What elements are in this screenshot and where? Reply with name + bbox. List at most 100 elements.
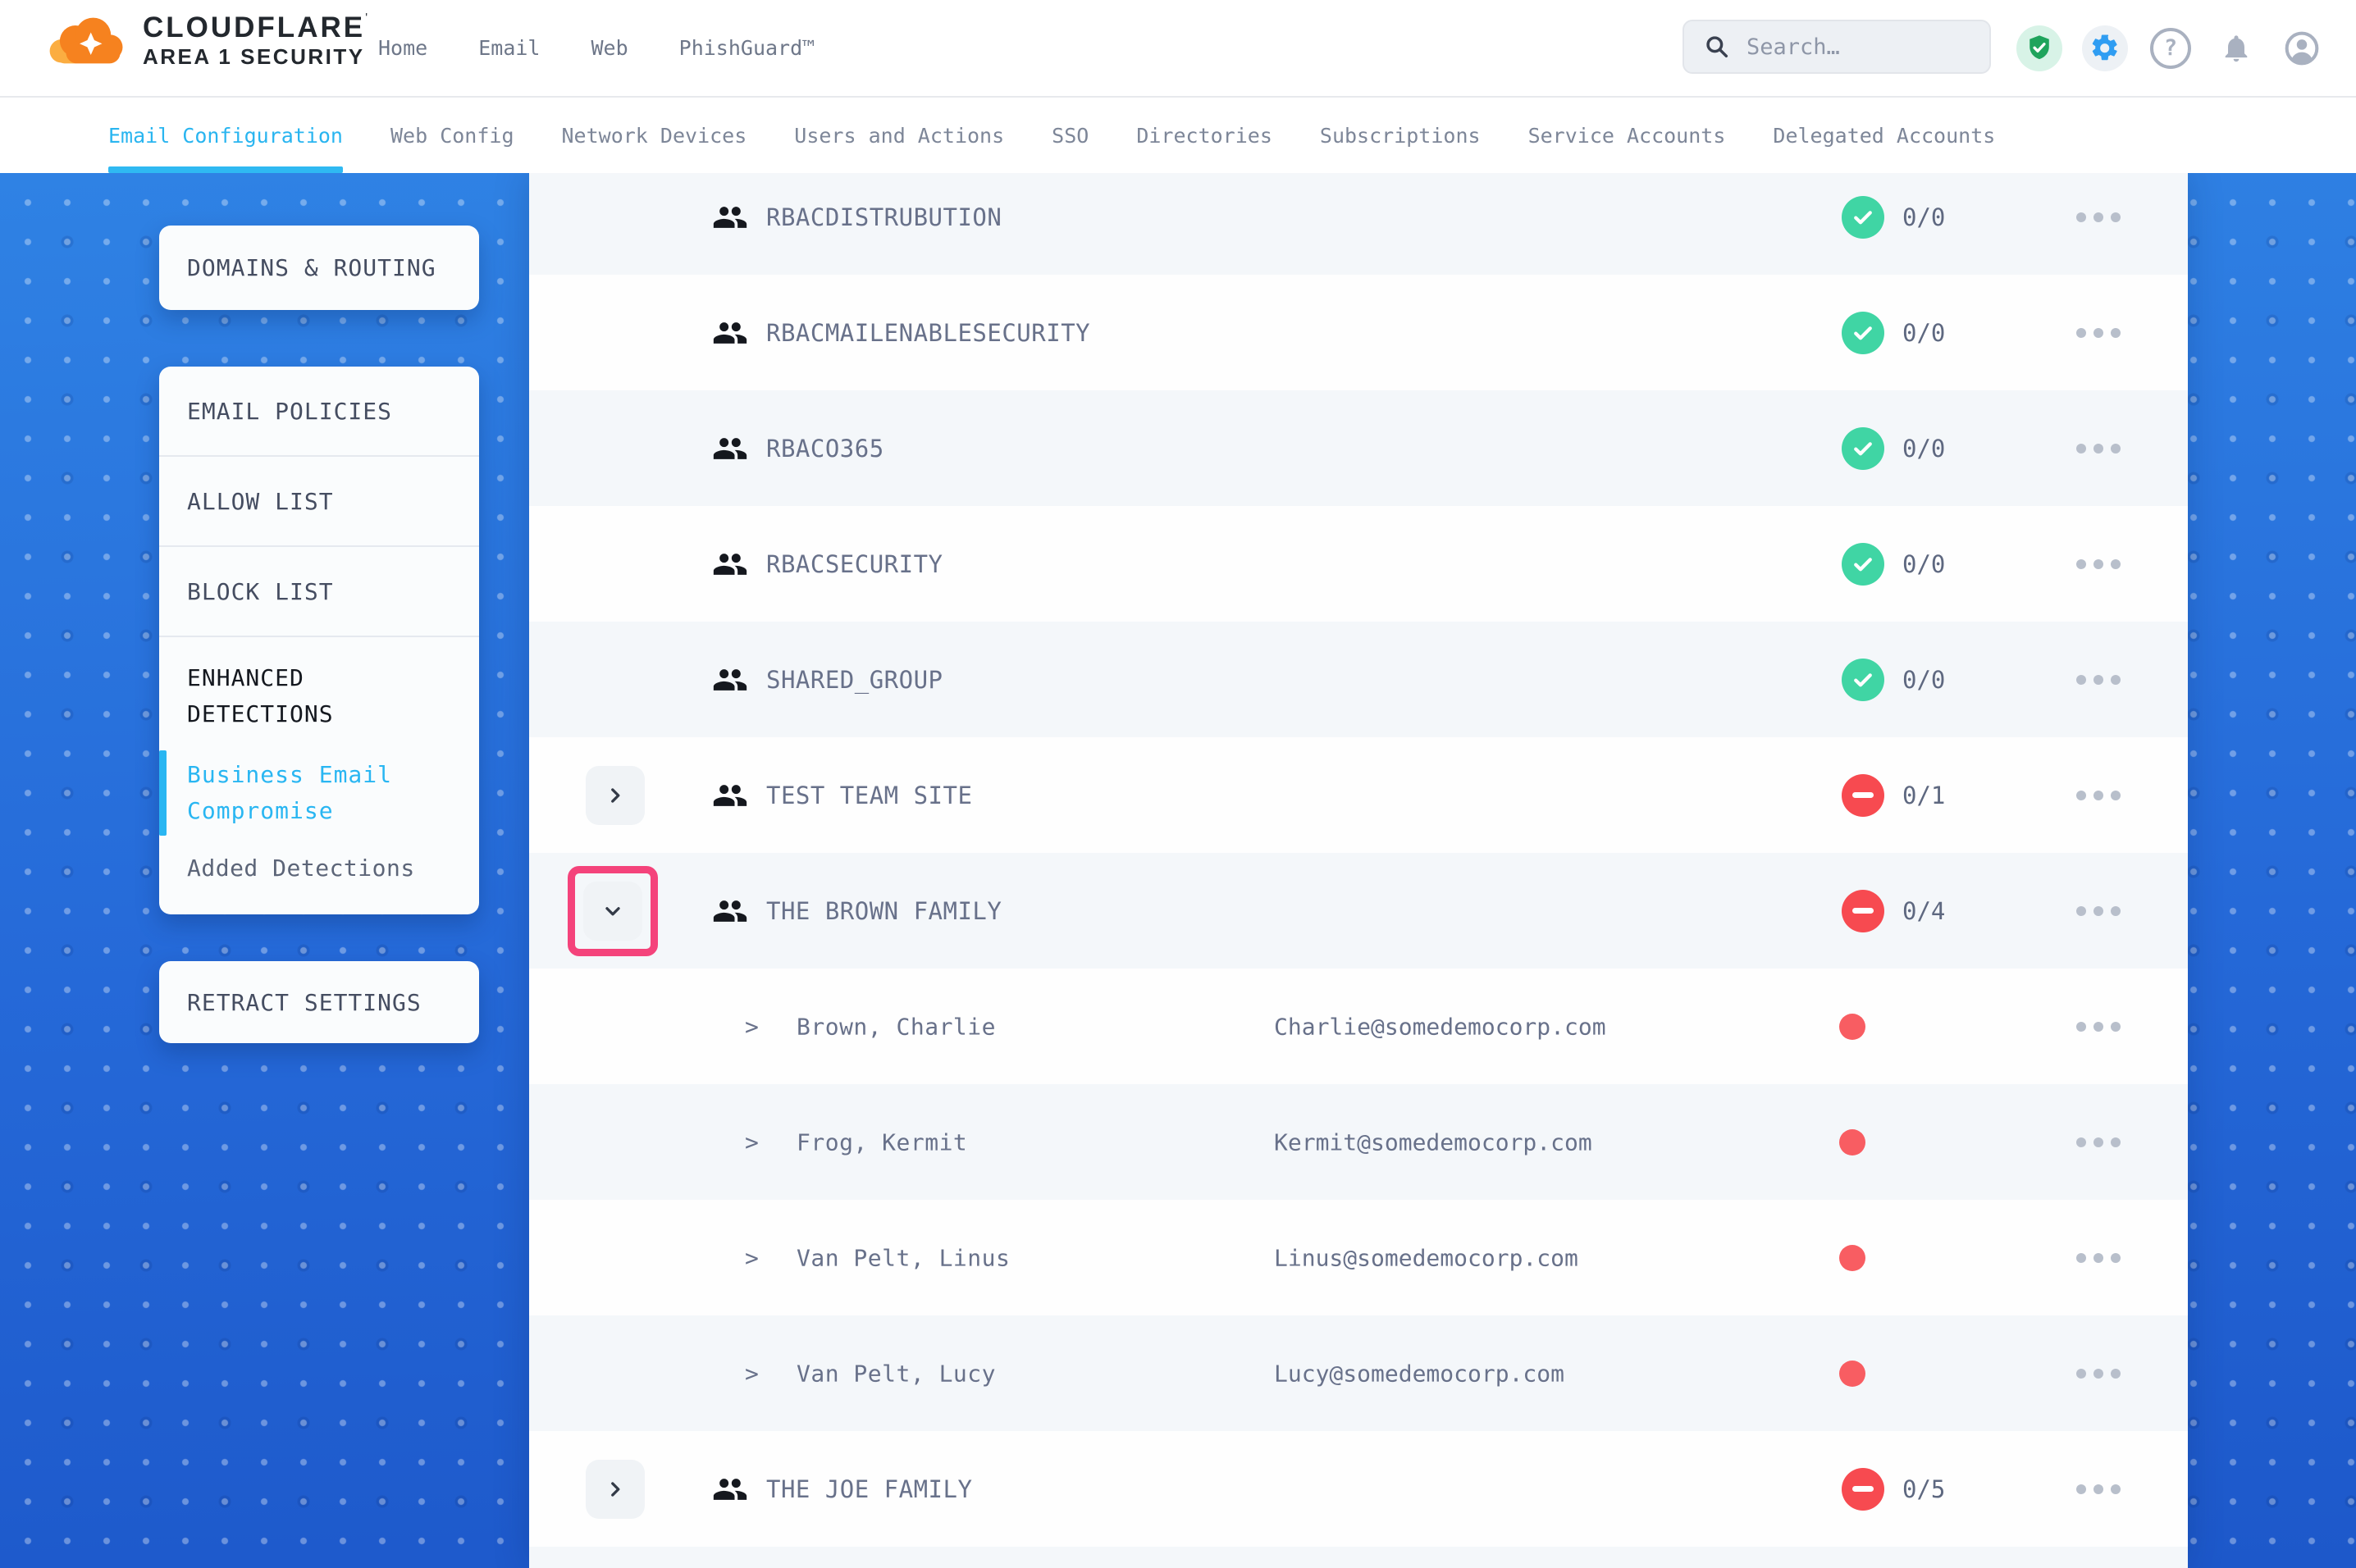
status-count: 0/0 (1902, 550, 1945, 578)
notifications-button[interactable] (2213, 25, 2259, 71)
ellipsis-icon (2093, 559, 2103, 569)
tab-sso[interactable]: SSO (1052, 98, 1089, 173)
settings-button[interactable] (2082, 25, 2128, 71)
row-menu-button[interactable] (2068, 1476, 2129, 1502)
cloudflare-cloud-icon (44, 11, 130, 69)
ellipsis-icon (2076, 675, 2086, 685)
member-name: Van Pelt, Linus (797, 1244, 1010, 1271)
brand-product: AREA 1 SECURITY (143, 45, 368, 69)
table-row-group[interactable]: TEST TEAM SITE 0/1 (529, 737, 2188, 853)
brand-name: CLOUDFLARE (143, 11, 365, 43)
tab-users-and-actions[interactable]: Users and Actions (794, 98, 1004, 173)
sidebar-item-added-detections[interactable]: Added Detections (187, 850, 454, 887)
annotation-highlight-box (568, 866, 658, 956)
nav-item-web[interactable]: Web (591, 36, 628, 60)
alert-dot (1839, 1245, 1865, 1271)
ellipsis-icon (2076, 1484, 2086, 1494)
alert-dot (1839, 1129, 1865, 1155)
tab-network-devices[interactable]: Network Devices (562, 98, 747, 173)
row-menu-button[interactable] (2068, 1245, 2129, 1271)
ellipsis-icon (2076, 906, 2086, 916)
status-check-badge (1842, 427, 1884, 470)
row-menu-button[interactable] (2068, 204, 2129, 230)
nav-item-home[interactable]: Home (378, 36, 427, 60)
sidebar-item-allow-list[interactable]: ALLOW LIST (159, 457, 479, 547)
row-menu-button[interactable] (2068, 1129, 2129, 1155)
row-menu-button[interactable] (2068, 435, 2129, 462)
tab-delegated-accounts[interactable]: Delegated Accounts (1773, 98, 1995, 173)
member-expand-chevron[interactable]: > (745, 1244, 759, 1271)
expand-group-button[interactable] (586, 766, 645, 825)
group-name: TEST TEAM SITE (766, 782, 972, 809)
tab-email-configuration[interactable]: Email Configuration (108, 98, 343, 173)
search-icon (1704, 34, 1730, 60)
table-row-group[interactable]: RBACMAILENABLESECURITY0/0 (529, 275, 2188, 390)
group-status: 0/0 (1842, 196, 1945, 239)
row-menu-button[interactable] (2068, 551, 2129, 577)
sidebar-item-business-email-compromise[interactable]: Business Email Compromise (187, 757, 454, 829)
sidebar-label: ALLOW LIST (187, 488, 334, 515)
status-count: 0/0 (1902, 203, 1945, 231)
row-menu-button[interactable] (2068, 1014, 2129, 1040)
collapse-group-button[interactable] (583, 882, 642, 941)
status-count: 0/0 (1902, 666, 1945, 694)
table-row-group[interactable]: RBACO3650/0 (529, 390, 2188, 506)
brand-logo[interactable]: CLOUDFLARE' AREA 1 SECURITY (44, 11, 368, 69)
group-status: 0/1 (1842, 774, 1945, 817)
tab-directories[interactable]: Directories (1136, 98, 1272, 173)
table-row-group[interactable]: THE JOE FAMILY0/5 (529, 1431, 2188, 1547)
help-button[interactable]: ? (2148, 25, 2194, 71)
table-row-member[interactable]: >Brown, CharlieCharlie@somedemocorp.com (529, 969, 2188, 1084)
sidebar-item-block-list[interactable]: BLOCK LIST (159, 547, 479, 637)
chevron-right-icon (605, 785, 626, 806)
ellipsis-icon (2076, 559, 2086, 569)
search-input[interactable] (1745, 34, 1970, 61)
group-icon (712, 893, 748, 929)
alert-dot (1839, 1361, 1865, 1387)
table-row-member[interactable]: >Van Pelt, LinusLinus@somedemocorp.com (529, 1200, 2188, 1315)
tab-web-config[interactable]: Web Config (390, 98, 514, 173)
tab-subscriptions[interactable]: Subscriptions (1320, 98, 1481, 173)
sidebar-label: BLOCK LIST (187, 578, 334, 605)
minus-icon (1852, 792, 1874, 798)
row-menu-button[interactable] (2068, 782, 2129, 809)
group-icon (712, 1471, 748, 1507)
row-menu-button[interactable] (2068, 1361, 2129, 1387)
account-button[interactable] (2279, 25, 2325, 71)
sidebar-item-domains-routing[interactable]: DOMAINS & ROUTING (159, 226, 479, 310)
member-expand-chevron[interactable]: > (745, 1013, 759, 1040)
nav-item-phishguard-[interactable]: PhishGuard™ (679, 36, 815, 60)
row-menu-button[interactable] (2068, 667, 2129, 693)
group-icon (712, 315, 748, 351)
table-row-group[interactable]: THE BROWN FAMILY0/4 (529, 853, 2188, 969)
expand-group-button[interactable] (586, 1460, 645, 1519)
sidebar-item-email-policies[interactable]: EMAIL POLICIES (159, 367, 479, 457)
ellipsis-icon (2093, 328, 2103, 338)
status-count: 0/4 (1902, 897, 1945, 925)
tab-service-accounts[interactable]: Service Accounts (1528, 98, 1726, 173)
search-box[interactable] (1683, 20, 1991, 74)
member-expand-chevron[interactable]: > (745, 1360, 759, 1387)
security-status-button[interactable] (2016, 25, 2062, 71)
gear-icon (2090, 34, 2120, 63)
sidebar-item-retract-settings[interactable]: RETRACT SETTINGS (159, 961, 479, 1043)
config-tabbar: Email Configuration Web Config Network Dev… (0, 98, 2356, 173)
table-row-member[interactable]: >Frog, KermitKermit@somedemocorp.com (529, 1084, 2188, 1200)
row-menu-button[interactable] (2068, 320, 2129, 346)
status-blocked-badge (1842, 890, 1884, 932)
member-expand-chevron[interactable]: > (745, 1128, 759, 1155)
row-menu-button[interactable] (2068, 898, 2129, 924)
member-name: Van Pelt, Lucy (797, 1360, 996, 1387)
table-row-member[interactable]: >Van Pelt, LucyLucy@somedemocorp.com (529, 1315, 2188, 1431)
nav-item-email[interactable]: Email (478, 36, 540, 60)
table-row-group[interactable]: RBACSECURITY0/0 (529, 506, 2188, 622)
help-icon: ? (2150, 28, 2191, 69)
ellipsis-icon (2093, 1137, 2103, 1147)
member-email: Charlie@somedemocorp.com (1274, 1013, 1606, 1040)
table-row-group[interactable]: RBACDISTRUBUTION0/0 (529, 173, 2188, 275)
status-check-badge (1842, 659, 1884, 701)
status-blocked-badge (1842, 774, 1884, 817)
ellipsis-icon (2076, 328, 2086, 338)
ellipsis-icon (2093, 1369, 2103, 1379)
table-row-group[interactable]: SHARED_GROUP0/0 (529, 622, 2188, 737)
